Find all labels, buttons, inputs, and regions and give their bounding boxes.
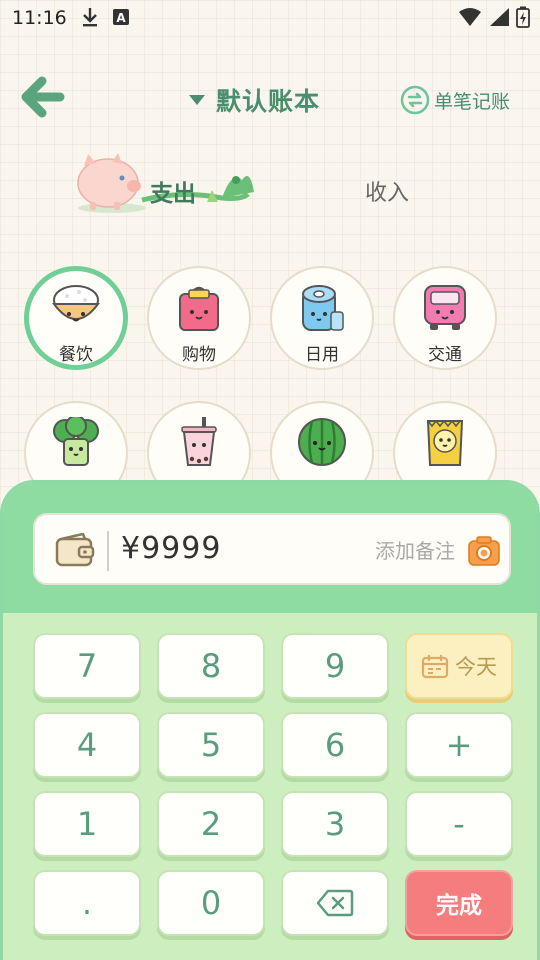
tissue-roll-icon	[302, 285, 344, 331]
note-input[interactable]	[305, 535, 455, 567]
plus-button[interactable]: +	[405, 712, 513, 778]
category-label: 交通	[428, 345, 462, 365]
amount-divider	[107, 531, 109, 571]
category-shopping[interactable]: 购物	[147, 266, 251, 370]
calendar-icon	[421, 655, 449, 679]
tab-income[interactable]: 收入	[365, 175, 409, 207]
tab-expense-label: 支出	[150, 181, 196, 207]
key-8[interactable]: 8	[157, 633, 265, 699]
wallet-icon	[55, 533, 95, 567]
shopping-bag-icon	[179, 286, 219, 331]
key-4[interactable]: 4	[33, 712, 141, 778]
caret-down-icon	[189, 95, 205, 105]
key-0[interactable]: 0	[157, 870, 265, 936]
key-3[interactable]: 3	[281, 791, 389, 857]
key-9[interactable]: 9	[281, 633, 389, 699]
download-icon	[83, 8, 97, 27]
single-entry-label: 单笔记账	[434, 90, 511, 113]
bus-icon	[424, 285, 466, 330]
key-7[interactable]: 7	[33, 633, 141, 699]
backspace-icon	[316, 889, 354, 917]
minus-button[interactable]: -	[405, 791, 513, 857]
today-label: 今天	[455, 655, 497, 679]
done-button[interactable]: 完成	[405, 870, 513, 936]
category-label: 日用	[305, 345, 339, 365]
battery-icon	[516, 6, 530, 28]
swap-icon	[400, 85, 430, 115]
arrow-left-icon	[21, 76, 65, 118]
bubble-tea-icon	[181, 417, 217, 466]
key-6[interactable]: 6	[281, 712, 389, 778]
watermelon-icon	[298, 418, 346, 466]
broccoli-icon	[53, 417, 99, 466]
backspace-button[interactable]	[281, 870, 389, 936]
camera-icon[interactable]	[467, 535, 501, 567]
keypad-panel: ¥9999 7 8 9 今天 4 5 6 + 1 2 3 - . 0 完成	[0, 480, 540, 960]
category-label: 购物	[182, 345, 216, 365]
key-1[interactable]: 1	[33, 791, 141, 857]
account-book-title: 默认账本	[216, 87, 321, 116]
status-time: 11:16	[12, 7, 67, 29]
today-button[interactable]: 今天	[405, 633, 513, 699]
text-a-icon: A	[113, 9, 129, 25]
key-2[interactable]: 2	[157, 791, 265, 857]
key-dot[interactable]: .	[33, 870, 141, 936]
back-button[interactable]	[18, 75, 66, 119]
signal-icon	[490, 8, 509, 26]
amount-card: ¥9999	[33, 513, 511, 585]
account-book-selector[interactable]: 默认账本	[188, 82, 320, 118]
category-daily[interactable]: 日用	[270, 266, 374, 370]
category-dining[interactable]: 餐饮	[24, 266, 128, 370]
tab-expense[interactable]: 支出	[72, 150, 262, 216]
category-transport[interactable]: 交通	[393, 266, 497, 370]
rice-bowl-icon	[52, 285, 100, 322]
wifi-icon	[459, 8, 481, 26]
svg-text:A: A	[116, 11, 126, 25]
status-bar: 11:16 A	[0, 0, 540, 36]
snack-bag-icon	[426, 419, 464, 466]
single-entry-toggle[interactable]: 单笔记账	[400, 85, 510, 115]
category-label: 餐饮	[59, 345, 93, 365]
key-5[interactable]: 5	[157, 712, 265, 778]
amount-display: ¥9999	[121, 531, 222, 566]
